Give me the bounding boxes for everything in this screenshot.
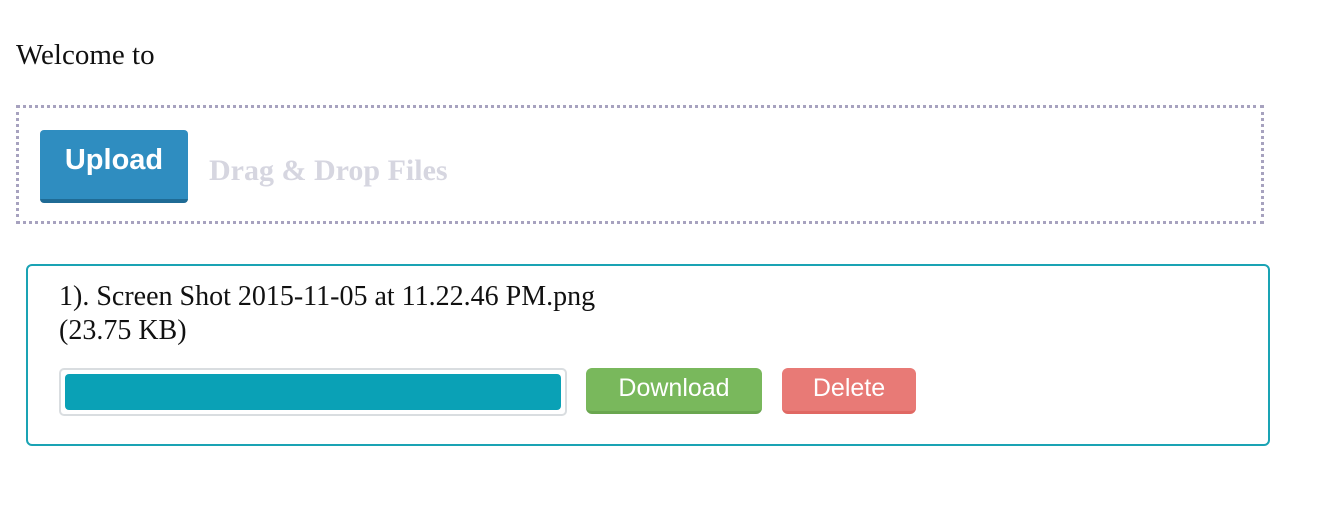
file-item: 1). Screen Shot 2015-11-05 at 11.22.46 P… [26, 264, 1270, 446]
upload-button[interactable]: Upload [40, 130, 188, 203]
drop-zone[interactable]: Upload Drag & Drop Files [16, 105, 1264, 224]
download-button[interactable]: Download [586, 368, 762, 414]
upload-progress-fill [65, 374, 561, 410]
welcome-text: Welcome to [16, 39, 155, 71]
file-name: 1). Screen Shot 2015-11-05 at 11.22.46 P… [59, 281, 596, 346]
delete-button[interactable]: Delete [782, 368, 916, 414]
drag-drop-hint: Drag & Drop Files [209, 154, 448, 187]
upload-progress-bar [59, 368, 567, 416]
